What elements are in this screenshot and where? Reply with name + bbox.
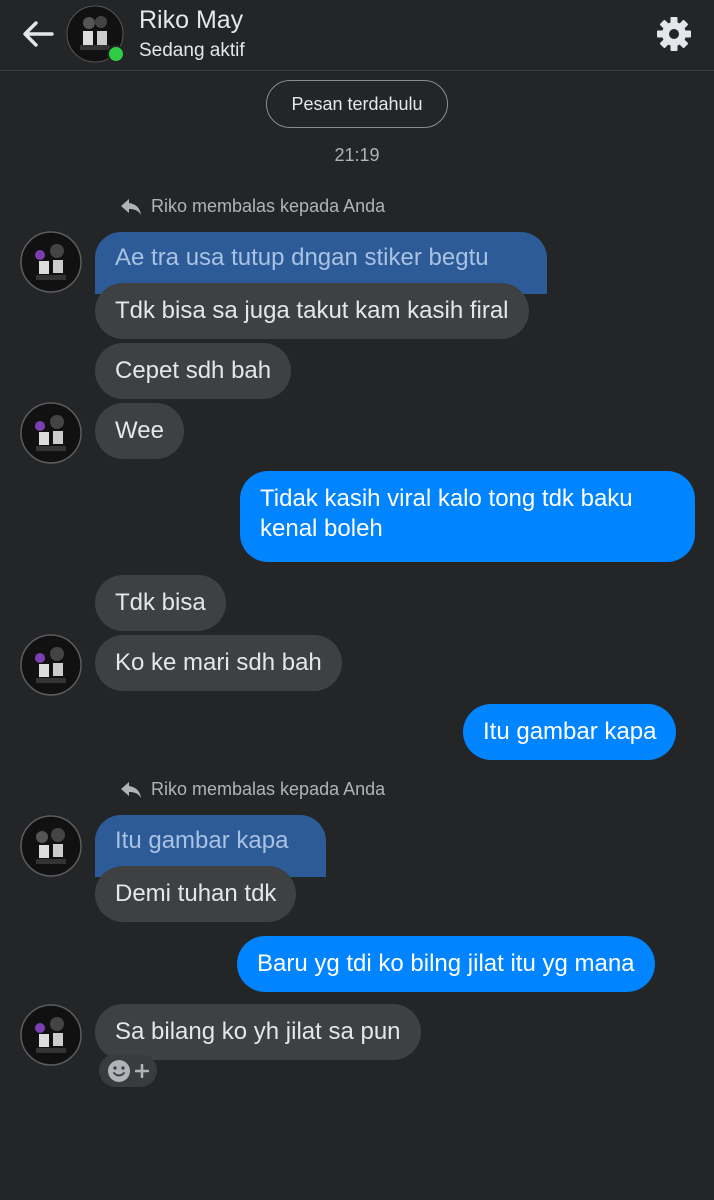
contact-status: Sedang aktif [139,40,245,61]
incoming-message[interactable]: Tdk bisa [95,575,226,631]
avatar[interactable] [20,815,82,877]
contact-name[interactable]: Riko May [139,6,243,35]
outgoing-message[interactable]: Itu gambar kapa [463,704,677,760]
earlier-messages-button[interactable]: Pesan terdahulu [266,80,448,128]
incoming-message[interactable]: Wee [95,403,184,459]
reply-icon [121,781,141,798]
avatar[interactable] [20,1004,82,1066]
reply-note: Riko membalas kepada Anda [120,779,385,800]
outgoing-message[interactable]: Baru yg tdi ko bilng jilat itu yg mana [237,936,655,992]
back-arrow-icon[interactable] [18,16,58,52]
outgoing-message[interactable]: Tidak kasih viral kalo tong tdk baku ken… [240,471,695,562]
avatar[interactable] [20,402,82,464]
reply-icon [121,198,141,215]
incoming-message[interactable]: Sa bilang ko yh jilat sa pun [95,1004,421,1060]
online-status-dot [107,45,125,63]
incoming-message[interactable]: Ko ke mari sdh bah [95,635,342,691]
add-reaction-button[interactable] [99,1054,157,1087]
message-line: kenal boleh [260,515,383,542]
timestamp: 21:19 [334,145,380,165]
incoming-message[interactable]: Cepet sdh bah [95,343,292,399]
smiley-icon [108,1059,130,1082]
message-line: Tidak kasih viral kalo tong tdk baku [260,485,633,512]
reply-note-text: Riko membalas kepada Anda [151,779,386,799]
reply-note: Riko membalas kepada Anda [120,196,385,217]
gear-icon[interactable] [652,12,696,56]
chat-header: Riko May Sedang aktif [0,0,714,71]
incoming-message[interactable]: Demi tuhan tdk [95,866,297,922]
avatar[interactable] [20,231,82,293]
plus-icon [135,1063,149,1078]
reply-note-text: Riko membalas kepada Anda [151,196,386,216]
avatar[interactable] [20,634,82,696]
incoming-message[interactable]: Tdk bisa sa juga takut kam kasih firal [95,283,529,339]
